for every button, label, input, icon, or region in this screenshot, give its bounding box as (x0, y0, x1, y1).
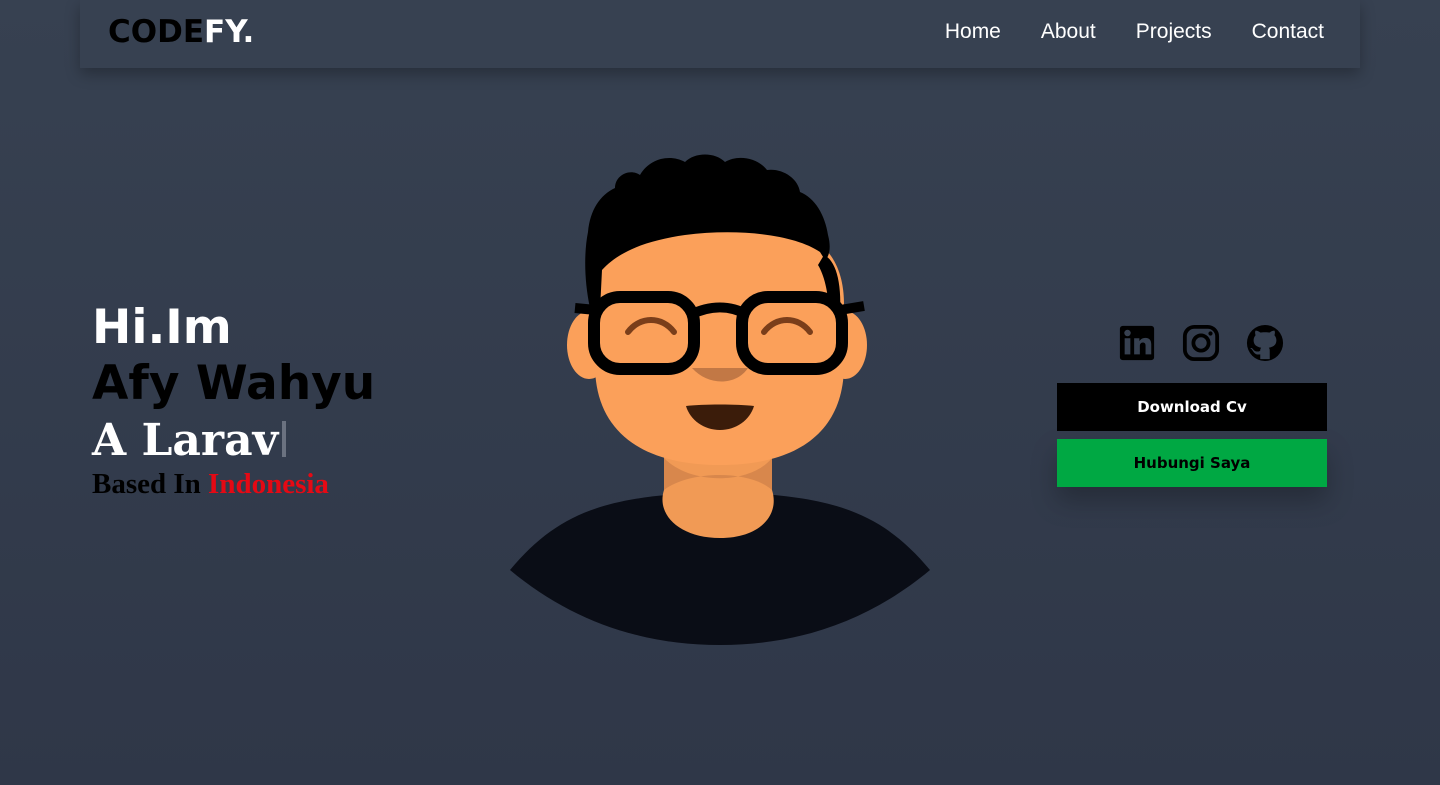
nav-link-home[interactable]: Home (945, 18, 1001, 46)
logo[interactable]: CODEFY. (108, 13, 254, 51)
social-icons (1118, 322, 1284, 364)
hero-name: Afy Wahyu (92, 356, 376, 411)
typing-cursor (282, 421, 287, 457)
location-line: Based In Indonesia (92, 468, 375, 500)
typed-text: A Larav (92, 415, 279, 466)
nav-link-about[interactable]: About (1041, 18, 1096, 46)
nav-link-projects[interactable]: Projects (1136, 18, 1212, 46)
download-cv-button[interactable]: Download Cv (1057, 383, 1327, 431)
github-icon[interactable] (1246, 322, 1284, 364)
nav-link-contact[interactable]: Contact (1252, 18, 1324, 46)
avatar-illustration (510, 154, 930, 645)
location-country: Indonesia (208, 468, 329, 500)
avatar-glasses-right (736, 291, 848, 375)
hero-intro: Hi.Im Afy Wahyu A Larav Based In Indones… (92, 300, 375, 500)
nav-links: Home About Projects Contact (945, 18, 1324, 46)
contact-button[interactable]: Hubungi Saya (1057, 439, 1327, 487)
linkedin-icon[interactable] (1118, 322, 1156, 364)
logo-part-fy: FY. (204, 14, 255, 50)
location-prefix: Based In (92, 468, 201, 500)
logo-part-code: CODE (108, 14, 205, 50)
navbar: CODEFY. Home About Projects Contact (80, 0, 1360, 68)
greeting: Hi.Im (92, 300, 232, 355)
avatar-glasses-left (588, 291, 700, 375)
instagram-icon[interactable] (1182, 322, 1220, 364)
typed-role: A Larav (92, 414, 375, 468)
